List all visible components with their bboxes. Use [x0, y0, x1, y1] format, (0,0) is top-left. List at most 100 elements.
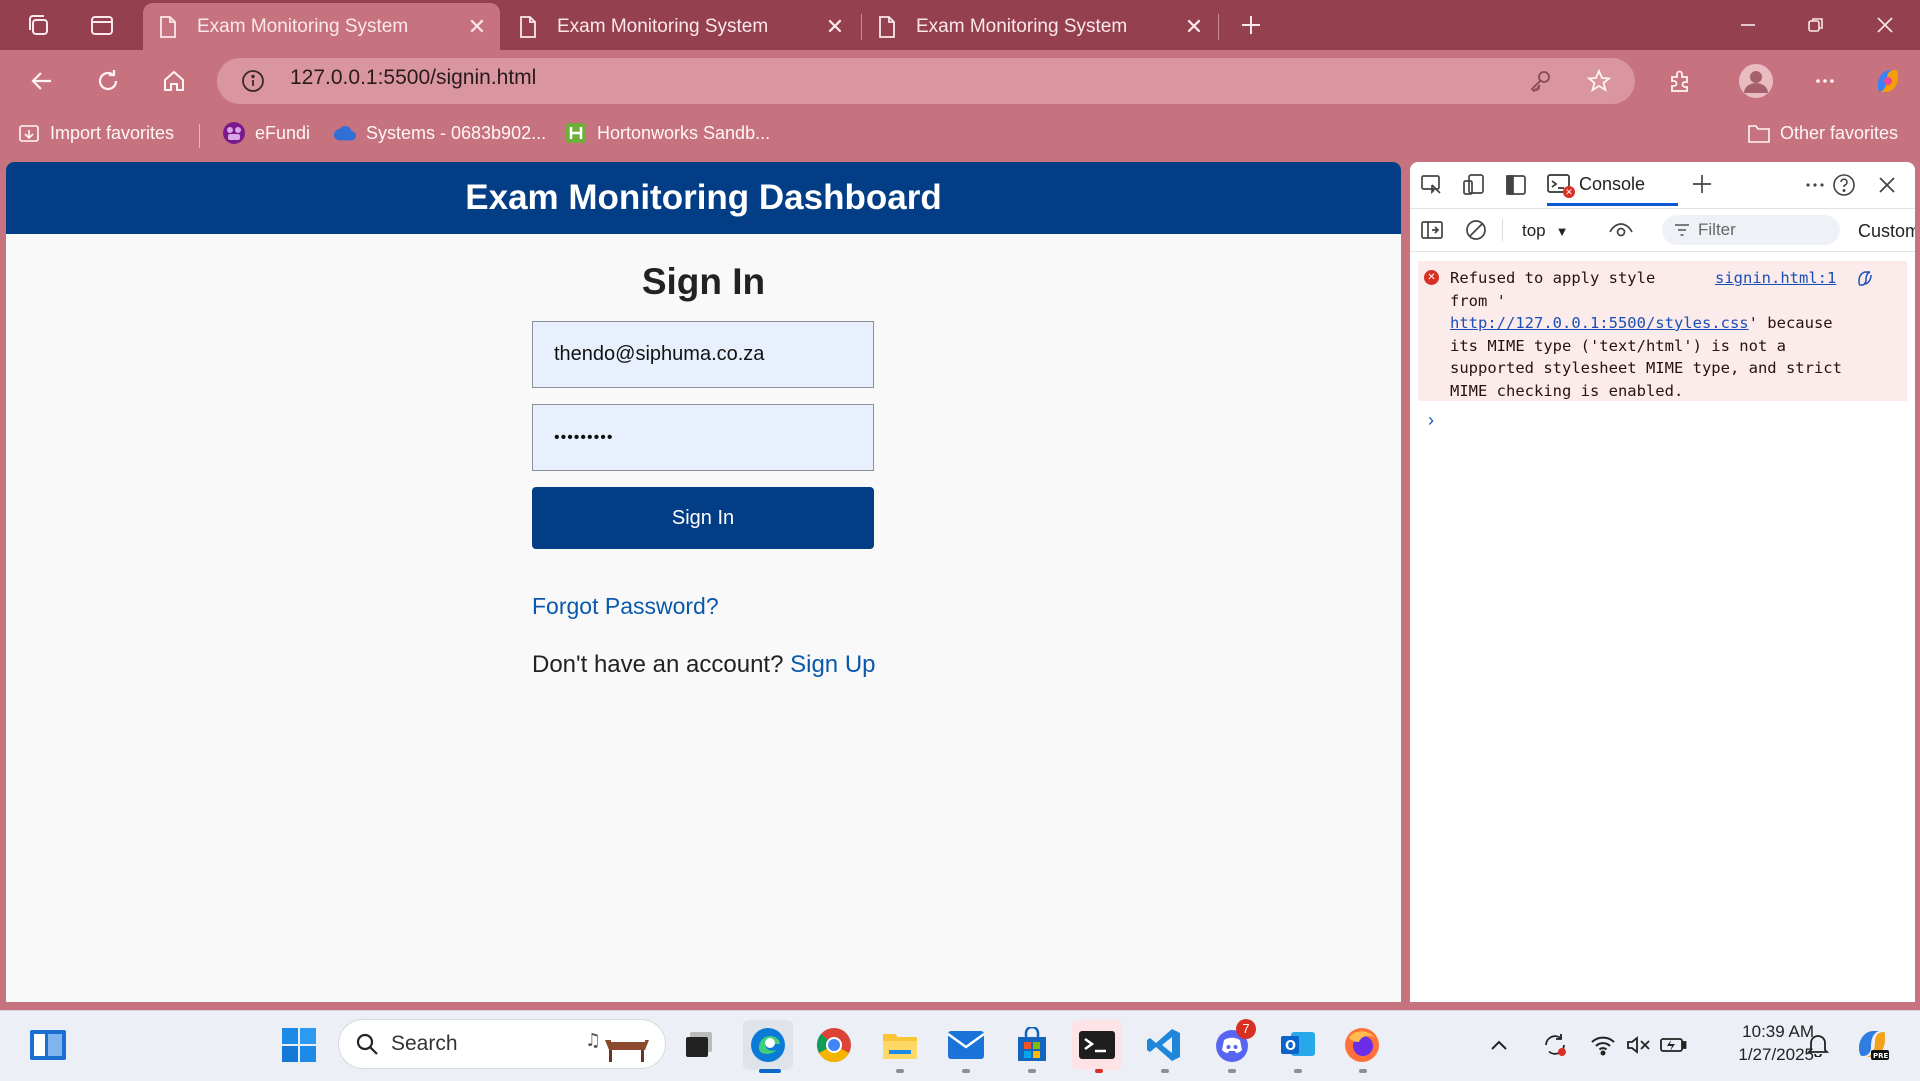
tab-title: Exam Monitoring System: [557, 15, 769, 37]
url-text[interactable]: 127.0.0.1:5500/signin.html: [290, 66, 536, 90]
add-panel-icon[interactable]: [1688, 170, 1716, 198]
profile-avatar[interactable]: [1737, 62, 1775, 100]
tab-2[interactable]: Exam Monitoring System ✕: [503, 3, 858, 50]
edge-taskbar-icon[interactable]: [743, 1020, 793, 1070]
system-clock[interactable]: 10:39 AM 1/27/2025: [1706, 1020, 1814, 1066]
console-prompt-chevron[interactable]: ›: [1428, 410, 1434, 431]
file-explorer-icon[interactable]: [878, 1023, 922, 1067]
error-icon: ✕: [1424, 270, 1439, 285]
svg-text:♫: ♫: [585, 1030, 601, 1051]
signup-link[interactable]: Sign Up: [790, 651, 875, 678]
password-field[interactable]: •••••••••: [532, 404, 874, 471]
terminal-indicator: [1095, 1069, 1103, 1073]
favorites-divider: [199, 124, 200, 148]
notifications-bell-icon[interactable]: [1800, 1023, 1836, 1067]
running-indicator: [1228, 1069, 1236, 1073]
firefox-icon[interactable]: [1340, 1023, 1384, 1067]
wifi-icon[interactable]: [1586, 1023, 1620, 1067]
favorite-label: Systems - 0683b902...: [366, 122, 547, 143]
search-highlight-piano-icon: ♫: [583, 1026, 657, 1064]
tab-1[interactable]: Exam Monitoring System ✕: [143, 3, 500, 50]
console-toolbar: top ▼ Filter Custom: [1410, 209, 1915, 252]
widgets-icon[interactable]: [26, 1023, 70, 1067]
close-window-icon[interactable]: [1862, 8, 1908, 42]
stylesheet-link[interactable]: http://127.0.0.1:5500/styles.css: [1450, 314, 1749, 332]
context-selector[interactable]: top ▼: [1522, 221, 1569, 241]
help-icon[interactable]: [1830, 171, 1858, 199]
show-hidden-icons-icon[interactable]: [1484, 1023, 1514, 1067]
sync-icon[interactable]: [1538, 1023, 1572, 1067]
filter-input[interactable]: Filter: [1662, 215, 1840, 245]
microsoft-store-icon[interactable]: [1010, 1023, 1054, 1067]
favorite-systems[interactable]: Systems - 0683b902...: [333, 121, 546, 145]
copilot-pre-icon[interactable]: PRE: [1850, 1023, 1894, 1067]
favorite-import[interactable]: Import favorites: [17, 121, 174, 145]
discord-badge: 7: [1236, 1019, 1256, 1039]
browser-tab-bar: Exam Monitoring System ✕ Exam Monitoring…: [0, 0, 1920, 50]
other-favorites[interactable]: Other favorites: [1747, 121, 1898, 145]
favorite-label: eFundi: [255, 122, 311, 143]
favorite-star-icon[interactable]: [1582, 64, 1616, 98]
inspect-element-icon[interactable]: [1418, 171, 1446, 199]
new-tab-icon[interactable]: [1228, 8, 1274, 42]
signup-prompt-text: Don't have an account?: [532, 651, 784, 678]
forgot-password-link[interactable]: Forgot Password?: [532, 593, 719, 620]
signin-button[interactable]: Sign In: [532, 487, 874, 549]
running-indicator: [1359, 1069, 1367, 1073]
log-levels-dropdown[interactable]: Custom: [1858, 221, 1915, 242]
copilot-icon[interactable]: [1869, 62, 1907, 100]
extensions-icon[interactable]: [1663, 64, 1697, 98]
discord-icon[interactable]: 7: [1210, 1019, 1256, 1067]
vscode-icon[interactable]: [1142, 1023, 1186, 1067]
tab-3[interactable]: Exam Monitoring System ✕: [862, 3, 1217, 50]
page-icon: [160, 15, 176, 38]
error-line: ' because: [1748, 314, 1833, 332]
devtools-panel: ✕ Console top ▼ Filter Custom ✕ Refused …: [1410, 162, 1915, 1002]
tab-actions-icon[interactable]: [88, 11, 116, 39]
favorite-efundi[interactable]: eFundi: [222, 121, 310, 145]
error-source-link[interactable]: signin.html:1: [1715, 267, 1836, 290]
email-field[interactable]: thendo@siphuma.co.za: [532, 321, 874, 388]
password-key-icon[interactable]: [1523, 64, 1557, 98]
running-indicator: [896, 1069, 904, 1073]
devtools-more-icon[interactable]: [1801, 171, 1829, 199]
close-tab-icon[interactable]: ✕: [460, 10, 494, 44]
task-view-icon[interactable]: [677, 1023, 721, 1067]
taskbar-search[interactable]: Search ♫: [338, 1019, 666, 1069]
restore-icon[interactable]: [1793, 8, 1839, 42]
workspaces-icon[interactable]: [24, 11, 52, 39]
dock-side-icon[interactable]: [1502, 171, 1530, 199]
back-icon[interactable]: [25, 64, 59, 98]
error-line: its MIME type ('text/html') is not a: [1450, 336, 1786, 355]
tab-divider: [1218, 14, 1219, 40]
start-icon[interactable]: [277, 1023, 321, 1067]
edge-active-indicator: [759, 1069, 781, 1073]
favorite-hortonworks[interactable]: Hortonworks Sandb...: [564, 121, 770, 145]
chrome-icon[interactable]: [812, 1023, 856, 1067]
running-indicator: [962, 1069, 970, 1073]
more-menu-icon[interactable]: [1808, 64, 1842, 98]
volume-muted-icon[interactable]: [1621, 1023, 1655, 1067]
clear-console-icon[interactable]: [1462, 216, 1490, 244]
error-line: supported stylesheet MIME type, and stri…: [1450, 359, 1842, 377]
terminal-icon[interactable]: [1072, 1020, 1122, 1070]
copilot-explain-icon[interactable]: [1855, 268, 1875, 288]
refresh-icon[interactable]: [91, 64, 125, 98]
signin-heading: Sign In: [641, 261, 766, 302]
device-emulation-icon[interactable]: [1460, 171, 1488, 199]
import-icon: [17, 121, 41, 145]
battery-icon[interactable]: [1656, 1023, 1690, 1067]
sidebar-toggle-icon[interactable]: [1418, 216, 1446, 244]
live-expression-eye-icon[interactable]: [1607, 216, 1635, 244]
mail-icon[interactable]: [944, 1023, 988, 1067]
close-devtools-icon[interactable]: [1873, 171, 1901, 199]
close-tab-icon[interactable]: ✕: [818, 10, 852, 44]
search-placeholder: Search: [391, 1032, 458, 1055]
close-tab-icon[interactable]: ✕: [1177, 10, 1211, 44]
site-info-icon[interactable]: [236, 64, 270, 98]
minimize-icon[interactable]: [1725, 8, 1771, 42]
outlook-icon[interactable]: O: [1276, 1023, 1320, 1067]
home-icon[interactable]: [157, 64, 191, 98]
signup-prompt: Don't have an account? Sign Up: [532, 651, 876, 679]
tab-console[interactable]: ✕ Console: [1547, 166, 1678, 206]
